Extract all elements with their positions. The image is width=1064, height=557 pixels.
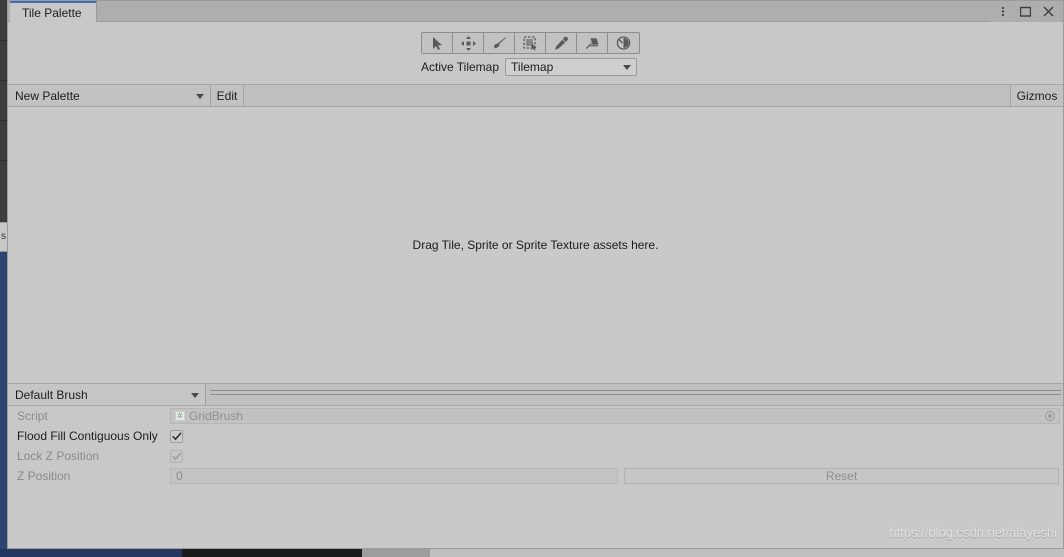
palette-bar-spacer: [244, 85, 1010, 106]
os-taskbar-strip: [0, 549, 1064, 557]
erase-tool-button[interactable]: [577, 33, 608, 53]
background-hierarchy-item-label: s: [1, 231, 6, 242]
z-position-label: Z Position: [17, 469, 71, 483]
script-value: GridBrush: [189, 409, 244, 423]
paint-bucket-icon: [616, 35, 631, 51]
taskbar-segment: [430, 549, 1064, 557]
active-tilemap-row: Active Tilemap Tilemap: [421, 58, 638, 76]
palette-bar: New Palette Edit Gizmos: [8, 84, 1063, 107]
taskbar-segment: [362, 549, 430, 557]
flood-fill-label: Flood Fill Contiguous Only: [17, 429, 158, 443]
script-label: Script: [17, 409, 48, 423]
watermark-text: https://blog.csdn.net/alayeshi: [889, 525, 1057, 540]
brush-panel-filler: https://blog.csdn.net/alayeshi: [8, 486, 1063, 548]
paint-tool-button[interactable]: [484, 33, 515, 53]
paintbrush-icon: [492, 36, 507, 51]
eyedropper-icon: [554, 36, 569, 51]
vertical-dots-icon[interactable]: [996, 5, 1009, 18]
taskbar-segment: [0, 549, 182, 557]
box-fill-tool-button[interactable]: [515, 33, 546, 53]
reset-label: Reset: [825, 469, 858, 483]
z-position-input: 0: [170, 468, 618, 484]
box-select-icon: [522, 35, 538, 51]
brush-dropdown[interactable]: Default Brush: [8, 384, 206, 405]
palette-dropdown-value: New Palette: [15, 88, 80, 103]
chevron-down-icon: [196, 93, 204, 99]
script-object-field[interactable]: # GridBrush: [170, 408, 1060, 424]
gizmos-label: Gizmos: [1016, 88, 1058, 103]
script-asset-icon: #: [175, 411, 185, 421]
edit-palette-button[interactable]: Edit: [211, 85, 244, 106]
gizmos-button[interactable]: Gizmos: [1010, 85, 1063, 106]
active-tilemap-label: Active Tilemap: [421, 60, 500, 74]
tool-area: Active Tilemap Tilemap: [8, 22, 1063, 84]
tile-palette-window: Tile Palette Active Tilemap Tilemap New …: [7, 0, 1064, 549]
screen: s Tile Palette Active Tilemap Tilemap Ne…: [0, 0, 1064, 557]
maximize-icon[interactable]: [1019, 5, 1032, 18]
active-tilemap-dropdown[interactable]: Tilemap: [505, 58, 638, 76]
window-controls: [990, 1, 1061, 22]
edit-palette-label: Edit: [216, 88, 238, 103]
move-tool-button[interactable]: [453, 33, 484, 53]
property-row-z-position: Z Position 0 Reset: [8, 466, 1063, 486]
move-icon: [460, 35, 476, 51]
active-tilemap-value: Tilemap: [511, 60, 554, 74]
palette-dropdown[interactable]: New Palette: [8, 85, 211, 106]
brush-bar: Default Brush: [8, 384, 1063, 406]
reset-button: Reset: [624, 468, 1059, 484]
flood-fill-checkbox[interactable]: [170, 429, 183, 443]
palette-drop-hint: Drag Tile, Sprite or Sprite Texture asse…: [412, 238, 659, 252]
brush-bar-separator: [206, 384, 1063, 405]
object-picker-icon[interactable]: [1045, 411, 1055, 421]
palette-canvas[interactable]: Drag Tile, Sprite or Sprite Texture asse…: [8, 107, 1063, 384]
fill-tool-button[interactable]: [608, 33, 639, 53]
select-tool-button[interactable]: [422, 33, 453, 53]
tab-label: Tile Palette: [22, 5, 82, 20]
property-row-lock-z: Lock Z Position: [8, 446, 1063, 466]
chevron-down-icon: [623, 65, 632, 70]
cursor-arrow-icon: [432, 36, 443, 50]
picker-tool-button[interactable]: [546, 33, 577, 53]
lock-z-checkbox: [170, 449, 183, 463]
property-row-script: Script # GridBrush: [8, 406, 1063, 426]
lock-z-label: Lock Z Position: [17, 449, 100, 463]
eraser-icon: [585, 36, 600, 50]
chevron-down-icon: [191, 392, 199, 398]
window-title-bar: Tile Palette: [8, 1, 1063, 22]
tab-tile-palette[interactable]: Tile Palette: [10, 1, 97, 22]
tilemap-tool-strip: [421, 32, 640, 54]
brush-dropdown-value: Default Brush: [15, 387, 88, 402]
close-icon[interactable]: [1042, 5, 1055, 18]
property-row-flood-fill: Flood Fill Contiguous Only: [8, 426, 1063, 446]
z-position-value: 0: [176, 469, 183, 483]
taskbar-segment: [182, 549, 362, 557]
